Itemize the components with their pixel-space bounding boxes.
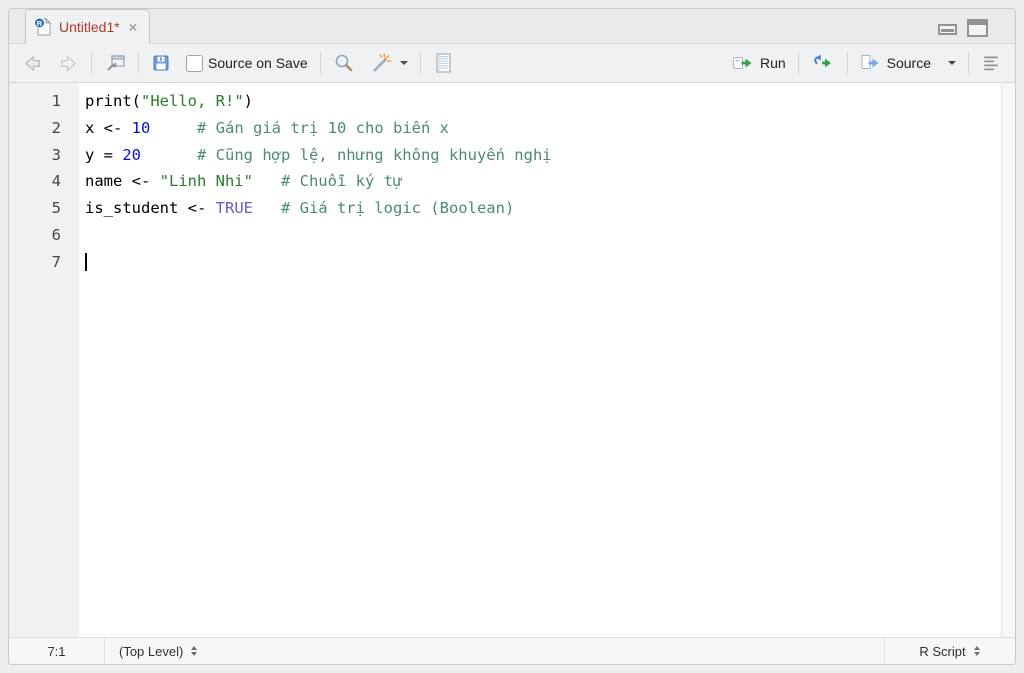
back-icon <box>22 53 43 74</box>
toolbar-separator <box>420 52 421 74</box>
line-number: 1 <box>9 88 79 115</box>
source-on-save-toggle[interactable]: Source on Save <box>183 53 311 74</box>
tab-untitled1[interactable]: R Untitled1* × <box>25 9 150 44</box>
compile-report-icon <box>433 52 453 74</box>
back-button[interactable] <box>19 51 46 76</box>
toolbar-separator <box>138 52 139 74</box>
line-number: 6 <box>9 222 79 249</box>
rstudio-source-pane: R Untitled1* × <box>0 0 1024 673</box>
line-number: 2 <box>9 115 79 142</box>
code-line[interactable]: x <- 10 # Gán giá trị 10 cho biến x <box>85 115 1015 142</box>
source-label: Source <box>887 55 931 71</box>
save-button[interactable] <box>148 51 174 75</box>
magic-wand-icon <box>370 52 393 74</box>
source-on-save-label: Source on Save <box>208 55 308 71</box>
updown-arrows-icon <box>973 645 981 657</box>
compile-report-button[interactable] <box>430 50 456 76</box>
scope-selector[interactable]: (Top Level) <box>105 638 212 664</box>
open-in-new-window-icon <box>104 53 126 73</box>
statusbar-spacer <box>212 638 884 664</box>
cursor-position: 7:1 <box>9 638 105 664</box>
source-button[interactable]: Source <box>857 51 934 75</box>
toolbar-separator <box>847 52 848 74</box>
line-number: 5 <box>9 195 79 222</box>
code-line[interactable]: name <- "Linh Nhi" # Chuỗi ký tự <box>85 168 1015 195</box>
source-on-save-checkbox[interactable] <box>186 55 203 72</box>
run-button[interactable]: Run <box>729 51 789 75</box>
code-line[interactable]: y = 20 # Cũng hợp lệ, nhưng không khuyến… <box>85 142 1015 169</box>
open-in-new-window-button[interactable] <box>101 51 129 75</box>
chevron-down-icon <box>400 61 408 65</box>
rerun-previous-button[interactable] <box>808 51 838 75</box>
gutter: 1234567 <box>9 83 79 637</box>
save-icon <box>151 53 171 73</box>
tab-title: Untitled1* <box>59 19 120 35</box>
updown-arrows-icon <box>190 645 198 657</box>
code-line[interactable]: is_student <- TRUE # Giá trị logic (Bool… <box>85 195 1015 222</box>
code-area[interactable]: print("Hello, R!")x <- 10 # Gán giá trị … <box>79 83 1015 637</box>
code-tools-button[interactable] <box>367 50 411 76</box>
toolbar-separator <box>968 52 969 74</box>
line-number: 4 <box>9 168 79 195</box>
svg-text:R: R <box>37 19 43 28</box>
pane-window-buttons <box>937 18 989 38</box>
toolbar-separator <box>798 52 799 74</box>
toolbar-separator <box>320 52 321 74</box>
file-type-selector[interactable]: R Script <box>884 638 1015 664</box>
source-icon <box>860 53 882 73</box>
search-icon <box>333 52 355 74</box>
forward-icon <box>58 53 79 74</box>
run-icon <box>732 53 755 73</box>
minimize-pane-icon[interactable] <box>937 19 958 38</box>
editor-toolbar: Source on Save <box>9 44 1015 83</box>
document-outline-button[interactable] <box>978 52 1003 74</box>
document-outline-icon <box>981 54 1000 72</box>
close-icon[interactable]: × <box>127 19 139 35</box>
r-script-file-icon: R <box>34 17 52 37</box>
line-number: 3 <box>9 142 79 169</box>
text-cursor <box>85 253 87 271</box>
source-options-dropdown[interactable] <box>943 59 959 67</box>
forward-button[interactable] <box>55 51 82 76</box>
rerun-icon <box>811 53 835 73</box>
maximize-pane-icon[interactable] <box>966 18 989 38</box>
code-line[interactable] <box>85 222 1015 249</box>
code-line[interactable]: print("Hello, R!") <box>85 88 1015 115</box>
file-type-label: R Script <box>919 644 965 659</box>
vertical-scrollbar[interactable] <box>1001 83 1015 637</box>
run-label: Run <box>760 55 786 71</box>
scope-label: (Top Level) <box>119 644 183 659</box>
find-replace-button[interactable] <box>330 50 358 76</box>
code-line[interactable] <box>85 249 1015 276</box>
toolbar-separator <box>91 52 92 74</box>
code-editor: 1234567 print("Hello, R!")x <- 10 # Gán … <box>9 83 1015 637</box>
chevron-down-icon <box>948 61 956 65</box>
line-number: 7 <box>9 249 79 276</box>
source-editor-window: R Untitled1* × <box>8 8 1016 665</box>
editor-statusbar: 7:1 (Top Level) R Script <box>9 637 1015 664</box>
tab-bar: R Untitled1* × <box>9 9 1015 44</box>
